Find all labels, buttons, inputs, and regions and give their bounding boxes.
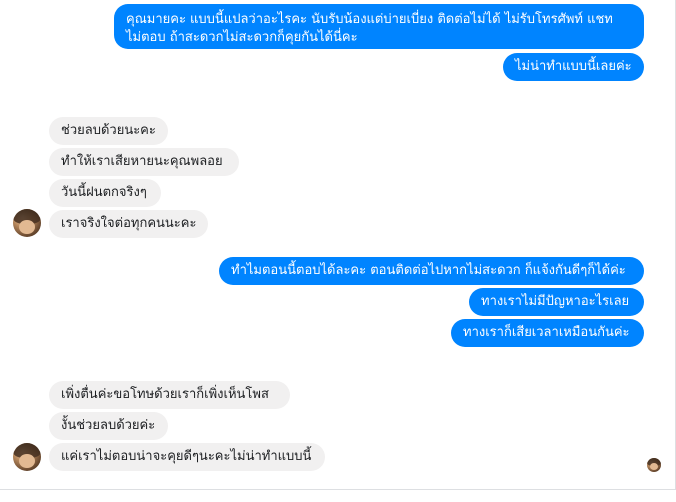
message-text: ทางเราก็เสียเวลาเหมือนกันค่ะ	[463, 325, 630, 340]
incoming-message[interactable]: เพิ่งตื่นค่ะขอโทษด้วยเราก็เพิ่งเห็นโพส	[49, 381, 290, 409]
outgoing-message[interactable]: ไม่น่าทำแบบนี้เลยค่ะ	[503, 53, 644, 81]
message-text: วันนี้ฝนตกจริงๆ	[61, 185, 147, 200]
message-text: งั้นช่วยลบด้วยค่ะ	[61, 418, 156, 433]
incoming-message[interactable]: งั้นช่วยลบด้วยค่ะ	[49, 412, 168, 440]
incoming-message[interactable]: เราจริงใจต่อทุกคนนะคะ	[49, 210, 208, 238]
contact-avatar[interactable]	[13, 209, 41, 237]
incoming-message[interactable]: แค่เราไม่ตอบน่าจะคุยดีๆนะคะไม่น่าทำแบบนี…	[49, 443, 325, 471]
message-text: ทำให้เราเสียหายนะคุณพลอย	[61, 154, 223, 169]
contact-avatar[interactable]	[13, 443, 41, 471]
outgoing-message[interactable]: คุณมายคะ แบบนี้แปลว่าอะไรคะ นับรับน้องแต…	[114, 4, 644, 49]
message-text: เราจริงใจต่อทุกคนนะคะ	[61, 216, 197, 231]
message-text: ไม่น่าทำแบบนี้เลยค่ะ	[515, 59, 632, 74]
message-text: ทางเราไม่มีปัญหาอะไรเลย	[481, 294, 630, 309]
outgoing-message[interactable]: ทำไมตอนนี้ตอบได้ละคะ ตอนติดต่อไปหากไม่สะ…	[219, 257, 644, 285]
chat-thread: คุณมายคะ แบบนี้แปลว่าอะไรคะ นับรับน้องแต…	[0, 0, 676, 502]
message-text: แค่เราไม่ตอบน่าจะคุยดีๆนะคะไม่น่าทำแบบนี…	[61, 449, 312, 464]
incoming-message[interactable]: ช่วยลบด้วยนะคะ	[49, 117, 168, 145]
message-text: เพิ่งตื่นค่ะขอโทษด้วยเราก็เพิ่งเห็นโพส	[61, 387, 269, 402]
outgoing-message[interactable]: ทางเราไม่มีปัญหาอะไรเลย	[469, 288, 644, 316]
incoming-message[interactable]: ทำให้เราเสียหายนะคุณพลอย	[49, 148, 239, 176]
message-text: ทำไมตอนนี้ตอบได้ละคะ ตอนติดต่อไปหากไม่สะ…	[231, 263, 626, 278]
incoming-message[interactable]: วันนี้ฝนตกจริงๆ	[49, 179, 161, 207]
message-text-line: ไม่ตอบ ถ้าสะดวกไม่สะดวกก็คุยกันได้นี่คะ	[126, 30, 358, 45]
outgoing-message[interactable]: ทางเราก็เสียเวลาเหมือนกันค่ะ	[451, 319, 644, 347]
seen-avatar	[647, 458, 661, 472]
message-text: ช่วยลบด้วยนะคะ	[61, 123, 156, 138]
message-text-line: คุณมายคะ แบบนี้แปลว่าอะไรคะ นับรับน้องแต…	[126, 12, 613, 27]
composer-divider	[0, 489, 676, 502]
